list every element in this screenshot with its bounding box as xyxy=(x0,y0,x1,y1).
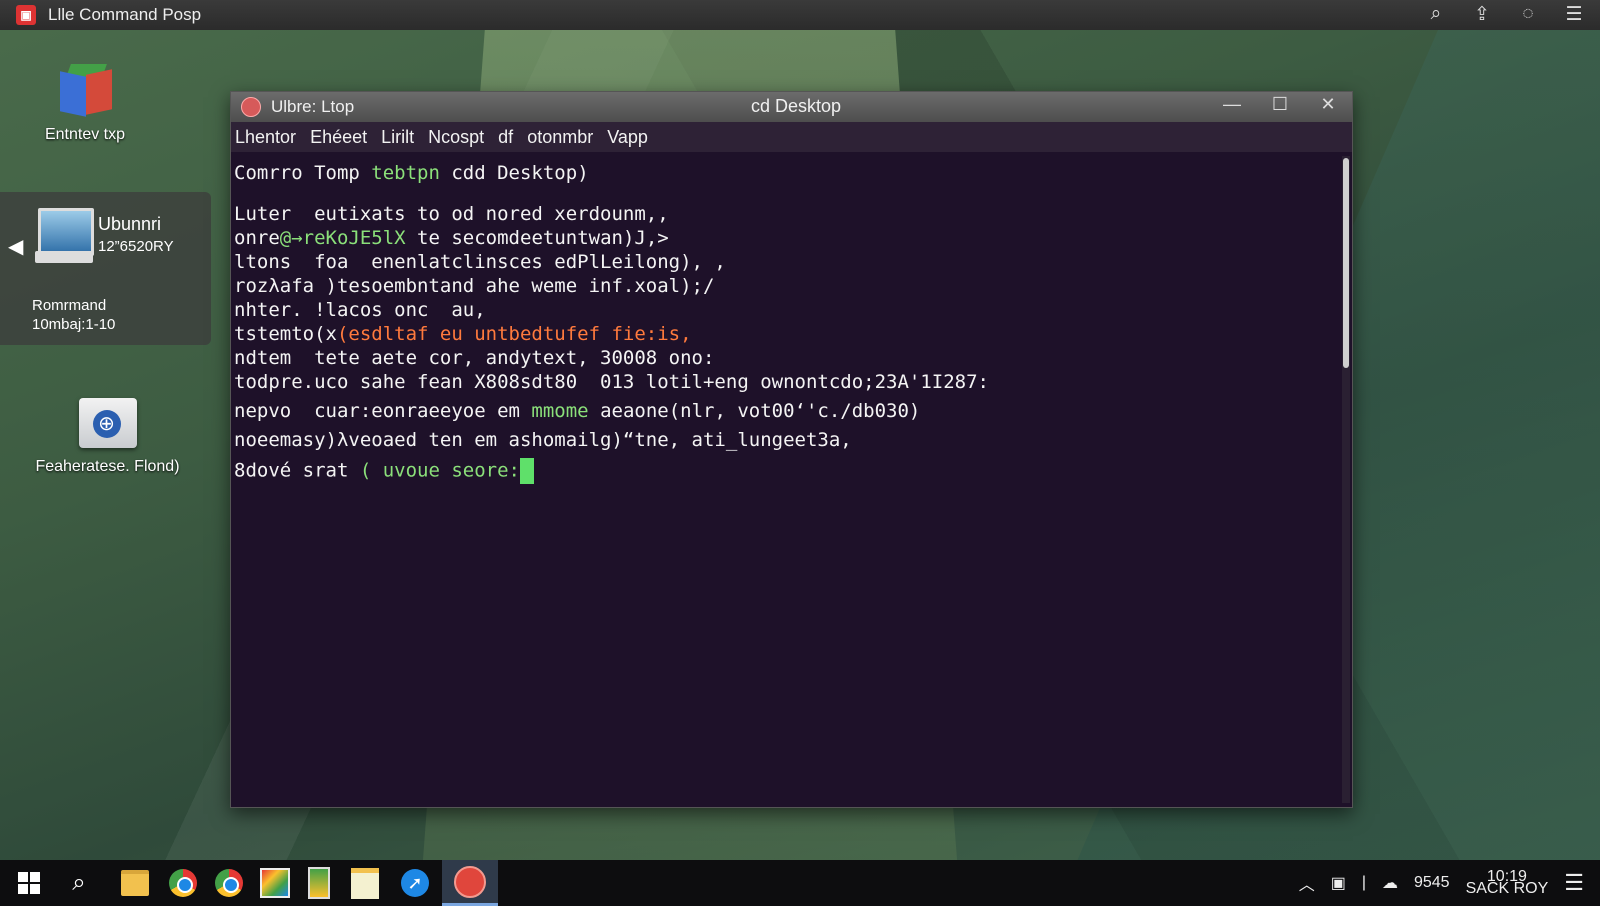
cloud-icon[interactable]: ☁ xyxy=(1382,873,1398,893)
terminal-line: nhter. !lacos onc au, xyxy=(234,299,486,321)
arrow-left-icon[interactable]: ◀ xyxy=(8,234,23,259)
terminal-window[interactable]: Ulbre: Ltop cd Desktop — ☐ ✕ Lhentor Ehé… xyxy=(230,91,1353,808)
search-icon[interactable]: ⌕ xyxy=(1424,3,1448,26)
terminal-error-text: (esdltaf eu untbedtufef fie:is, xyxy=(336,323,692,345)
terminal-line: ltons foa enenlatclinsces edPlLeilong), … xyxy=(234,251,726,273)
desktop-icon-app[interactable]: Entntev txp xyxy=(30,64,140,144)
terminal-line: onre@→reKoJE5lX te secomdeetuntwan)J,> xyxy=(234,227,1340,251)
menu-item[interactable]: Ncospt xyxy=(428,127,484,148)
window-app-icon xyxy=(241,97,261,117)
globe-icon: ⊕ xyxy=(92,410,121,438)
panel-title: Ubunnri xyxy=(98,214,162,234)
toolbar-icons: ⌕ ⇪ ◌ ☰ xyxy=(1424,3,1586,26)
menu-bar: Lhentor Ehéeet Lirilt Ncospt df otonmbr … xyxy=(231,122,1352,152)
monitor-icon[interactable]: ▣ xyxy=(1331,873,1346,893)
search-icon[interactable]: ⌕ xyxy=(56,860,102,906)
terminal-text: @→reKoJE5lX xyxy=(279,227,406,249)
terminal-line: Comrro Tomp tebtpn cdd Desktop) xyxy=(234,162,1340,186)
close-icon[interactable]: ✕ xyxy=(1318,94,1338,115)
panel-caption-line1: Romrmand xyxy=(32,297,107,314)
notes-icon[interactable] xyxy=(342,860,388,906)
panel-caption-line2: 10mbaj:1-10 xyxy=(32,316,116,333)
app-title: Llle Command Posp xyxy=(48,5,202,24)
window-center-title: cd Desktop xyxy=(751,96,842,116)
maximize-icon[interactable]: ☐ xyxy=(1270,94,1290,115)
tray-number: 9545 xyxy=(1413,874,1450,891)
divider: | xyxy=(1361,874,1366,891)
side-panel[interactable]: ◀ Ubunnri 12”6520RY Romrmand 10mbaj:1-10 xyxy=(0,192,211,345)
menu-icon[interactable]: ☰ xyxy=(1562,3,1586,26)
scrollbar-thumb[interactable] xyxy=(1343,158,1349,368)
desktop-icon-label: Feaheratese. Flond) xyxy=(35,458,180,475)
bulb-icon[interactable]: ◌ xyxy=(1516,3,1540,26)
terminal-output[interactable]: Comrro Tomp tebtpn cdd Desktop) Luter eu… xyxy=(231,152,1340,807)
chrome-icon[interactable] xyxy=(160,860,206,906)
terminal-text: cdd Desktop) xyxy=(439,162,589,184)
computer-icon xyxy=(35,208,94,263)
notifications-icon[interactable]: ☰ xyxy=(1564,870,1584,896)
terminal-text: tebtpn xyxy=(371,162,440,184)
terminal-text: te secomdeetuntwan)J,> xyxy=(405,227,669,249)
clock[interactable]: 10:19 SACK ROY xyxy=(1465,869,1549,897)
chrome-icon[interactable] xyxy=(206,860,252,906)
top-app-bar: ▣ Llle Command Posp ⌕ ⇪ ◌ ☰ xyxy=(0,0,1600,30)
file-explorer-icon[interactable] xyxy=(112,860,158,906)
clock-date: SACK ROY xyxy=(1465,880,1549,897)
terminal-text: 8dové srat xyxy=(234,459,360,482)
share-icon[interactable]: ⇪ xyxy=(1470,3,1494,26)
folder-icon: ⊕ xyxy=(78,398,137,448)
menu-item[interactable]: Lhentor xyxy=(235,127,296,148)
terminal-line: noeemasy)λveoaed ten em ashomailg)“tne, … xyxy=(234,429,852,451)
terminal-line: nepvo cuar:eonraeeyoe em mmome aeaone(nl… xyxy=(234,400,1340,429)
terminal-text: nepvo cuar:eonraeeyoe em xyxy=(234,400,532,422)
system-tray: ︿ ▣ | ☁ 9545 10:19 SACK ROY ☰ xyxy=(1299,860,1600,906)
terminal-line: Luter eutixats to od nored xerdounm,, xyxy=(234,203,669,225)
app-logo-icon: ▣ xyxy=(16,5,36,25)
window-titlebar[interactable]: Ulbre: Ltop cd Desktop — ☐ ✕ xyxy=(231,92,1352,122)
menu-item[interactable]: df xyxy=(498,127,513,148)
terminal-line: todpre.uco sahe fean X808sdt80 013 lotil… xyxy=(234,371,989,393)
taskbar: ⌕ ➚ ︿ ▣ | ☁ 9545 10:19 SACK ROY ☰ xyxy=(0,860,1600,906)
edge-icon[interactable]: ➚ xyxy=(392,860,438,906)
panel-subtitle: 12”6520RY xyxy=(98,238,174,255)
windows-start-icon[interactable] xyxy=(6,860,52,906)
terminal-prompt-text: ( uvoue seore: xyxy=(359,459,520,482)
terminal-line: rozλafa )tesoembntand ahe weme inf.xoal)… xyxy=(234,275,715,297)
menu-item[interactable]: Vapp xyxy=(607,127,648,148)
minimize-icon[interactable]: — xyxy=(1222,94,1242,115)
chevron-up-icon[interactable]: ︿ xyxy=(1299,871,1315,895)
terminal-text: tstemto(x xyxy=(234,323,337,345)
terminal-prompt-line[interactable]: 8dové srat ( uvoue seore: xyxy=(234,458,1340,488)
terminal-icon[interactable] xyxy=(442,860,498,906)
desktop-icon-folder[interactable]: ⊕ Feaheratese. Flond) xyxy=(20,398,195,476)
terminal-text: onre xyxy=(234,227,280,249)
menu-item[interactable]: Lirilt xyxy=(381,127,414,148)
menu-item[interactable]: otonmbr xyxy=(527,127,593,148)
office-icon[interactable] xyxy=(296,860,342,906)
terminal-text: mmome xyxy=(531,400,589,422)
menu-item[interactable]: Ehéeet xyxy=(310,127,367,148)
window-title: Ulbre: Ltop xyxy=(271,97,355,116)
terminal-cursor xyxy=(520,458,534,484)
cube-app-icon xyxy=(58,64,112,118)
terminal-text: aeaone(nlr, vot00‘'c./db030) xyxy=(588,400,921,422)
terminal-text: Comrro Tomp xyxy=(234,162,372,184)
desktop-icon-label: Entntev txp xyxy=(44,126,126,143)
panel-caption: Romrmand 10mbaj:1-10 xyxy=(32,296,115,334)
photos-icon[interactable] xyxy=(252,860,298,906)
scrollbar[interactable] xyxy=(1342,156,1350,803)
terminal-line: ndtem tete aete cor, andytext, 30008 ono… xyxy=(234,347,715,369)
terminal-line: tstemto(x(esdltaf eu untbedtufef fie:is, xyxy=(234,323,1340,347)
